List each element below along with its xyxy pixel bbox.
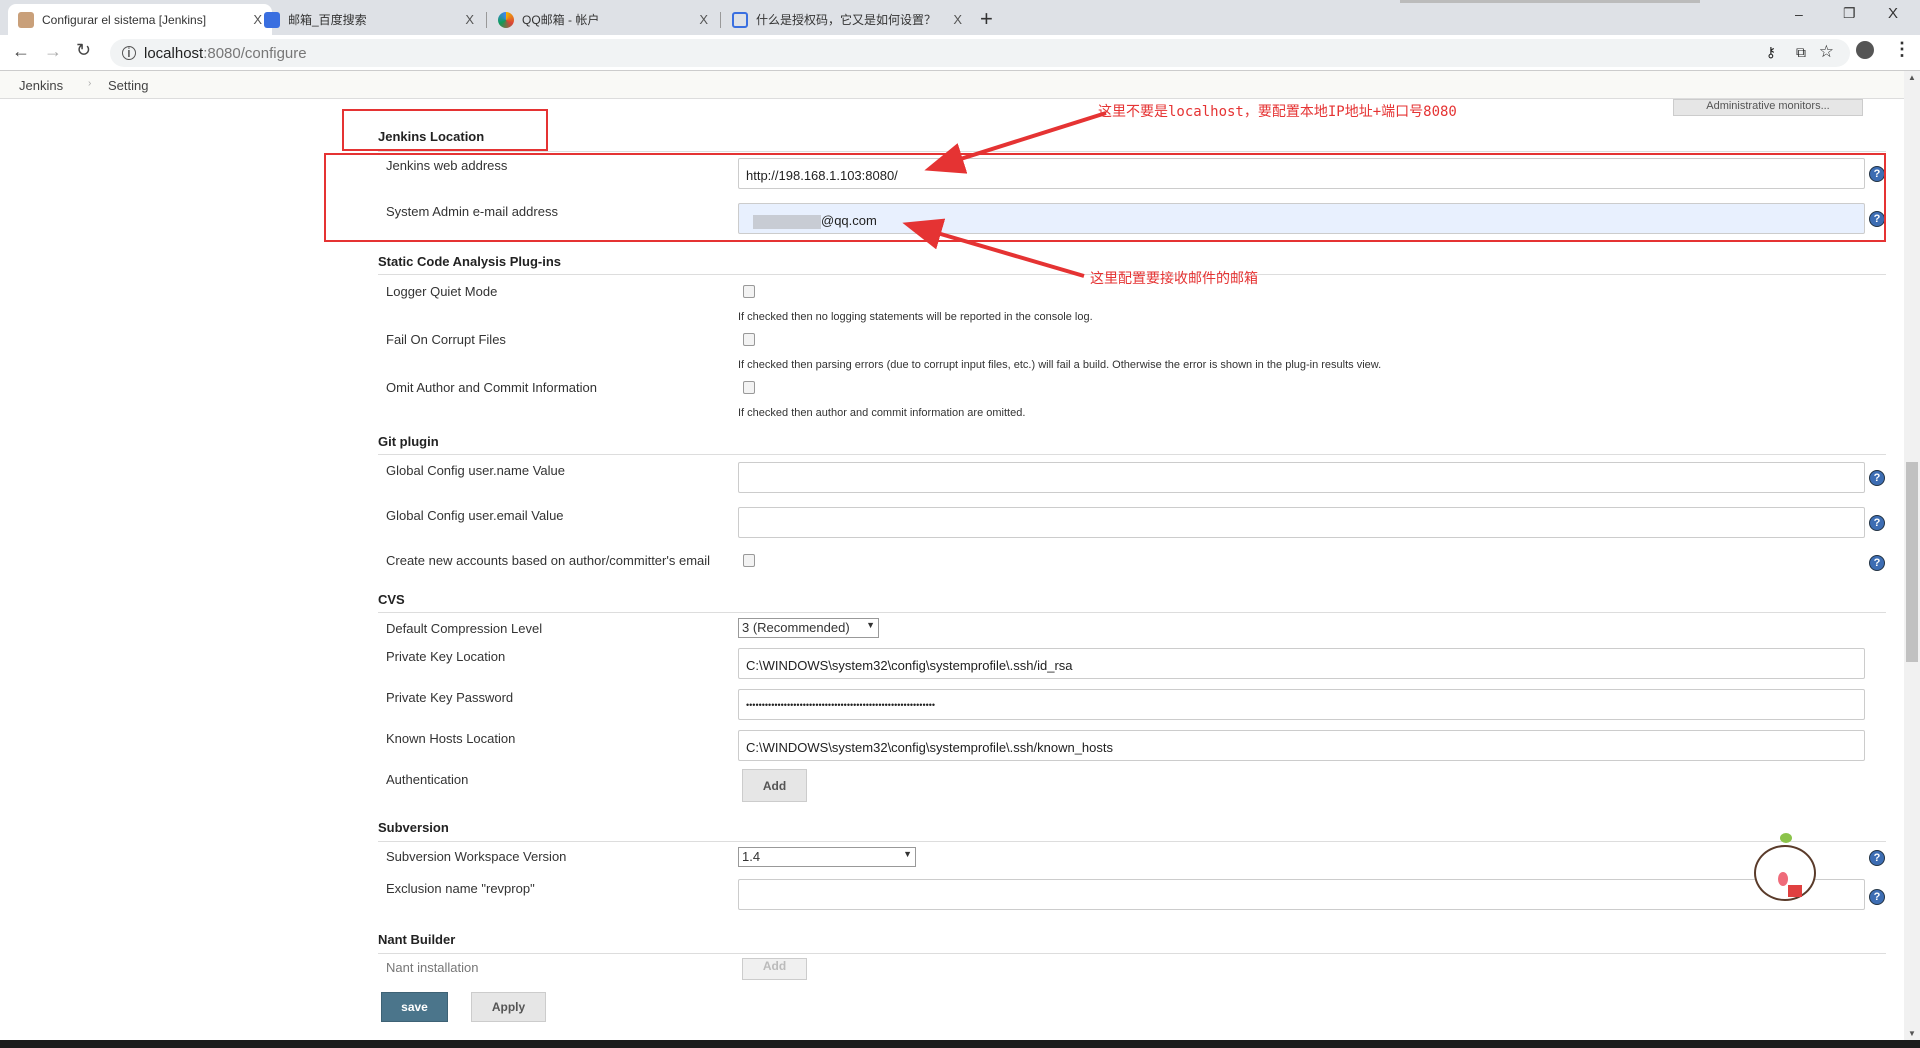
arrow-to-web-address [924, 111, 1107, 174]
arrow-to-email [902, 218, 1085, 278]
taskbar [0, 1040, 1920, 1048]
scrollbar-thumb[interactable] [1906, 462, 1918, 662]
scroll-down-icon[interactable]: ▼ [1908, 1029, 1916, 1038]
scrollbar[interactable]: ▲ ▼ [1904, 71, 1920, 1040]
annotation-arrows [902, 111, 1107, 278]
scroll-up-icon[interactable]: ▲ [1908, 73, 1916, 82]
